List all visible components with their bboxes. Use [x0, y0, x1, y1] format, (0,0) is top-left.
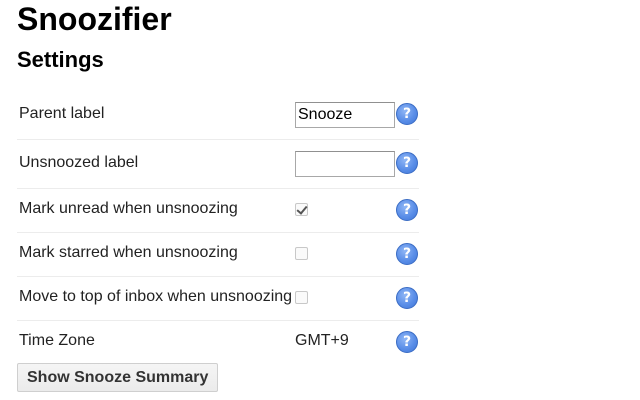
mark-unread-checkbox[interactable]	[295, 203, 308, 216]
time-zone-help-icon[interactable]: ?	[396, 331, 418, 353]
parent-label-help-icon[interactable]: ?	[396, 103, 418, 125]
settings-row-time-zone: Time Zone GMT+9 ?	[17, 320, 419, 362]
settings-row-unsnoozed-label: Unsnoozed label ?	[17, 139, 419, 189]
page-title: Settings	[17, 47, 104, 72]
app-title: Snoozifier	[17, 1, 172, 37]
settings-row-parent-label: Parent label ?	[17, 91, 419, 140]
mark-starred-control	[295, 247, 308, 260]
parent-label-input[interactable]	[295, 102, 395, 128]
mark-starred-caption: Mark starred when unsnoozing	[19, 244, 238, 261]
mark-starred-help-icon[interactable]: ?	[396, 243, 418, 265]
unsnoozed-label-caption: Unsnoozed label	[19, 154, 139, 171]
unsnoozed-label-input[interactable]	[295, 151, 395, 177]
move-to-top-caption: Move to top of inbox when unsnoozing	[19, 288, 293, 305]
mark-unread-help-icon[interactable]: ?	[396, 199, 418, 221]
settings-row-mark-unread: Mark unread when unsnoozing ?	[17, 188, 419, 233]
move-to-top-help-icon[interactable]: ?	[396, 287, 418, 309]
time-zone-value[interactable]: GMT+9	[295, 332, 349, 349]
time-zone-control: GMT+9	[295, 331, 349, 351]
move-to-top-control	[295, 291, 308, 304]
unsnoozed-label-control	[295, 151, 395, 177]
parent-label-caption: Parent label	[19, 105, 105, 122]
settings-row-mark-starred: Mark starred when unsnoozing ?	[17, 232, 419, 277]
show-snooze-summary-button[interactable]: Show Snooze Summary	[17, 363, 219, 392]
unsnoozed-label-help-icon[interactable]: ?	[396, 152, 418, 174]
mark-unread-caption: Mark unread when unsnoozing	[19, 200, 238, 217]
mark-starred-checkbox[interactable]	[295, 247, 308, 260]
parent-label-control	[295, 102, 395, 128]
mark-unread-control	[295, 203, 308, 216]
settings-row-move-to-top: Move to top of inbox when unsnoozing ?	[17, 276, 419, 321]
move-to-top-checkbox[interactable]	[295, 291, 308, 304]
time-zone-caption: Time Zone	[19, 332, 95, 349]
